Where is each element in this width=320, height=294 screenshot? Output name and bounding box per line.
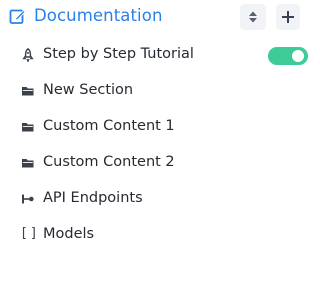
folder-icon: [21, 155, 35, 169]
page-title[interactable]: Documentation: [34, 5, 163, 27]
folder-icon: [21, 119, 35, 133]
sort-button[interactable]: [240, 4, 266, 30]
sidebar-item-models[interactable]: [] Models: [0, 217, 300, 251]
sidebar-item-label: Custom Content 1: [43, 118, 175, 134]
visibility-toggle[interactable]: [268, 47, 308, 65]
panel-header: Documentation: [0, 0, 300, 36]
edit-document-icon: [9, 8, 26, 25]
sidebar-item-label: Models: [43, 226, 95, 242]
sidebar-item-label: Step by Step Tutorial: [43, 46, 194, 62]
sidebar-item-label: API Endpoints: [43, 190, 143, 206]
toggle-knob: [292, 50, 304, 62]
sidebar-item-label: Custom Content 2: [43, 154, 175, 170]
sidebar-item-step-by-step-tutorial[interactable]: Step by Step Tutorial: [0, 37, 308, 71]
brackets-icon: []: [20, 226, 40, 241]
add-button[interactable]: [276, 4, 300, 30]
sidebar-item-custom-content-1[interactable]: Custom Content 1: [0, 109, 300, 143]
plus-icon: [281, 8, 295, 27]
rocket-icon: [21, 47, 35, 63]
sidebar-item-label: New Section: [43, 82, 134, 98]
sort-icon: [248, 8, 258, 27]
folder-icon: [21, 83, 35, 97]
sidebar-item-new-section[interactable]: New Section: [0, 73, 300, 107]
endpoint-icon: [21, 191, 35, 205]
documentation-panel: Documentation Step by Step Tutorial New …: [0, 0, 308, 294]
sidebar-item-custom-content-2[interactable]: Custom Content 2: [0, 145, 300, 179]
sidebar-item-api-endpoints[interactable]: API Endpoints: [0, 181, 300, 215]
